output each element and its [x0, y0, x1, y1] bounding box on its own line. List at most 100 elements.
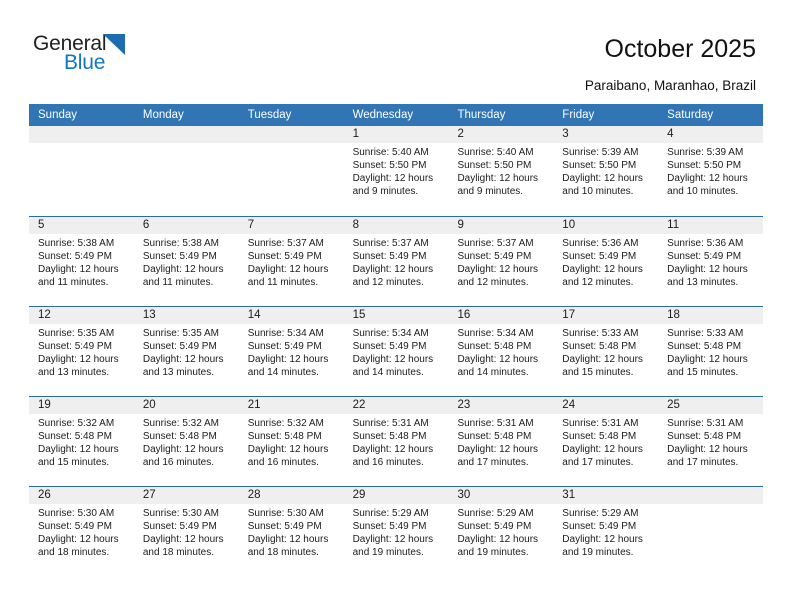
- sunrise-text: Sunrise: 5:30 AM: [142, 508, 220, 519]
- sunset-text: Sunset: 5:48 PM: [352, 431, 427, 443]
- calendar-day-cell[interactable]: 17 Sunrise: 5:33 AM Sunset: 5:48 PM Dayl…: [553, 307, 659, 396]
- weekday-header-row: Sunday Monday Tuesday Wednesday Thursday…: [29, 104, 763, 126]
- calendar-day-cell[interactable]: 11 Sunrise: 5:36 AM Sunset: 5:49 PM Dayl…: [658, 217, 764, 306]
- calendar-day-cell[interactable]: 19 Sunrise: 5:32 AM Sunset: 5:48 PM Dayl…: [29, 397, 134, 486]
- calendar-week-row: 19 Sunrise: 5:32 AM Sunset: 5:48 PM Dayl…: [29, 396, 764, 486]
- calendar-day-cell[interactable]: 2 Sunrise: 5:40 AM Sunset: 5:50 PM Dayli…: [448, 126, 554, 216]
- calendar-day-cell[interactable]: 14 Sunrise: 5:34 AM Sunset: 5:49 PM Dayl…: [238, 307, 344, 396]
- calendar-day-cell[interactable]: 29 Sunrise: 5:29 AM Sunset: 5:49 PM Dayl…: [343, 487, 449, 576]
- daylight-text-line2: and 12 minutes.: [457, 277, 529, 289]
- calendar-day-cell[interactable]: 28 Sunrise: 5:30 AM Sunset: 5:49 PM Dayl…: [238, 487, 344, 576]
- calendar-day-cell[interactable]: [133, 126, 239, 216]
- day-number: 31: [553, 487, 659, 504]
- sunset-text: Sunset: 5:49 PM: [667, 251, 742, 263]
- calendar-day-cell[interactable]: 16 Sunrise: 5:34 AM Sunset: 5:48 PM Dayl…: [448, 307, 554, 396]
- day-details: Sunrise: 5:35 AM Sunset: 5:49 PM Dayligh…: [29, 324, 134, 379]
- sunset-text: Sunset: 5:49 PM: [457, 251, 532, 263]
- day-details: [658, 504, 763, 507]
- daylight-text-line2: and 9 minutes.: [457, 186, 524, 198]
- sunrise-text: Sunrise: 5:34 AM: [352, 328, 429, 339]
- calendar-grid: Sunday Monday Tuesday Wednesday Thursday…: [29, 104, 764, 576]
- day-details: Sunrise: 5:37 AM Sunset: 5:49 PM Dayligh…: [344, 234, 449, 289]
- calendar-day-cell[interactable]: 12 Sunrise: 5:35 AM Sunset: 5:49 PM Dayl…: [29, 307, 134, 396]
- calendar-day-cell[interactable]: 21 Sunrise: 5:32 AM Sunset: 5:48 PM Dayl…: [238, 397, 344, 486]
- calendar-day-cell[interactable]: 26 Sunrise: 5:30 AM Sunset: 5:49 PM Dayl…: [29, 487, 134, 576]
- day-details: Sunrise: 5:32 AM Sunset: 5:48 PM Dayligh…: [134, 414, 239, 469]
- calendar-day-cell[interactable]: 22 Sunrise: 5:31 AM Sunset: 5:48 PM Dayl…: [343, 397, 449, 486]
- sunrise-text: Sunrise: 5:34 AM: [247, 328, 324, 339]
- day-details: [239, 143, 344, 146]
- sunset-text: Sunset: 5:49 PM: [352, 341, 427, 353]
- calendar-day-cell[interactable]: 23 Sunrise: 5:31 AM Sunset: 5:48 PM Dayl…: [448, 397, 554, 486]
- sunset-text: Sunset: 5:48 PM: [667, 431, 742, 443]
- daylight-text-line1: Daylight: 12 hours: [352, 444, 434, 456]
- sunrise-text: Sunrise: 5:32 AM: [142, 418, 220, 429]
- day-details: Sunrise: 5:34 AM Sunset: 5:49 PM Dayligh…: [239, 324, 344, 379]
- day-details: Sunrise: 5:30 AM Sunset: 5:49 PM Dayligh…: [239, 504, 344, 559]
- day-number: 22: [343, 397, 449, 414]
- daylight-text-line1: Daylight: 12 hours: [247, 534, 329, 546]
- calendar-day-cell[interactable]: 30 Sunrise: 5:29 AM Sunset: 5:49 PM Dayl…: [448, 487, 554, 576]
- daylight-text-line2: and 17 minutes.: [457, 457, 529, 469]
- calendar-day-cell[interactable]: 4 Sunrise: 5:39 AM Sunset: 5:50 PM Dayli…: [658, 126, 764, 216]
- calendar-day-cell[interactable]: [658, 487, 764, 576]
- day-details: Sunrise: 5:34 AM Sunset: 5:48 PM Dayligh…: [448, 324, 553, 379]
- daylight-text-line2: and 19 minutes.: [457, 547, 529, 559]
- calendar-day-cell[interactable]: 31 Sunrise: 5:29 AM Sunset: 5:49 PM Dayl…: [553, 487, 659, 576]
- daylight-text-line1: Daylight: 12 hours: [142, 444, 224, 456]
- sunrise-text: Sunrise: 5:36 AM: [667, 238, 744, 249]
- sunrise-text: Sunrise: 5:31 AM: [667, 418, 744, 429]
- daylight-text-line1: Daylight: 12 hours: [667, 264, 748, 276]
- sunset-text: Sunset: 5:48 PM: [667, 341, 742, 353]
- day-number: 14: [238, 307, 344, 324]
- calendar-day-cell[interactable]: 5 Sunrise: 5:38 AM Sunset: 5:49 PM Dayli…: [29, 217, 134, 306]
- sunrise-text: Sunrise: 5:35 AM: [38, 328, 115, 339]
- day-details: Sunrise: 5:40 AM Sunset: 5:50 PM Dayligh…: [448, 143, 553, 198]
- page-header: General Blue October 2025 Paraibano, Mar…: [0, 0, 792, 104]
- calendar-day-cell[interactable]: 27 Sunrise: 5:30 AM Sunset: 5:49 PM Dayl…: [133, 487, 239, 576]
- day-number: 25: [658, 397, 764, 414]
- calendar-day-cell[interactable]: 8 Sunrise: 5:37 AM Sunset: 5:49 PM Dayli…: [343, 217, 449, 306]
- calendar-day-cell[interactable]: 9 Sunrise: 5:37 AM Sunset: 5:49 PM Dayli…: [448, 217, 554, 306]
- daylight-text-line1: Daylight: 12 hours: [352, 534, 434, 546]
- page-title: October 2025: [604, 35, 757, 63]
- calendar-day-cell[interactable]: 24 Sunrise: 5:31 AM Sunset: 5:48 PM Dayl…: [553, 397, 659, 486]
- general-blue-logo[interactable]: General Blue: [33, 33, 173, 81]
- calendar-day-cell[interactable]: 1 Sunrise: 5:40 AM Sunset: 5:50 PM Dayli…: [343, 126, 449, 216]
- sunrise-text: Sunrise: 5:30 AM: [247, 508, 324, 519]
- calendar-day-cell[interactable]: 18 Sunrise: 5:33 AM Sunset: 5:48 PM Dayl…: [658, 307, 764, 396]
- calendar-day-cell[interactable]: 13 Sunrise: 5:35 AM Sunset: 5:49 PM Dayl…: [133, 307, 239, 396]
- calendar-day-cell[interactable]: 20 Sunrise: 5:32 AM Sunset: 5:48 PM Dayl…: [133, 397, 239, 486]
- daylight-text-line1: Daylight: 12 hours: [247, 264, 329, 276]
- daylight-text-line1: Daylight: 12 hours: [142, 354, 224, 366]
- calendar-day-cell[interactable]: 3 Sunrise: 5:39 AM Sunset: 5:50 PM Dayli…: [553, 126, 659, 216]
- day-details: [29, 143, 134, 146]
- day-number: 20: [133, 397, 239, 414]
- sunset-text: Sunset: 5:49 PM: [352, 251, 427, 263]
- calendar-day-cell[interactable]: 25 Sunrise: 5:31 AM Sunset: 5:48 PM Dayl…: [658, 397, 764, 486]
- day-number: 11: [658, 217, 764, 234]
- day-number: 18: [658, 307, 764, 324]
- sunset-text: Sunset: 5:50 PM: [562, 160, 637, 172]
- day-number: 29: [343, 487, 449, 504]
- day-number: 4: [658, 126, 764, 143]
- sunrise-text: Sunrise: 5:31 AM: [352, 418, 429, 429]
- daylight-text-line2: and 10 minutes.: [667, 186, 739, 198]
- calendar-day-cell[interactable]: [29, 126, 134, 216]
- day-details: Sunrise: 5:39 AM Sunset: 5:50 PM Dayligh…: [658, 143, 763, 198]
- daylight-text-line2: and 19 minutes.: [562, 547, 634, 559]
- day-details: [134, 143, 239, 146]
- calendar-day-cell[interactable]: 10 Sunrise: 5:36 AM Sunset: 5:49 PM Dayl…: [553, 217, 659, 306]
- logo-triangle-icon: [103, 34, 125, 55]
- sunset-text: Sunset: 5:49 PM: [38, 341, 112, 353]
- calendar-week-row: 5 Sunrise: 5:38 AM Sunset: 5:49 PM Dayli…: [29, 216, 764, 306]
- calendar-week-row: 26 Sunrise: 5:30 AM Sunset: 5:49 PM Dayl…: [29, 486, 764, 576]
- calendar-day-cell[interactable]: 7 Sunrise: 5:37 AM Sunset: 5:49 PM Dayli…: [238, 217, 344, 306]
- calendar-day-cell[interactable]: 15 Sunrise: 5:34 AM Sunset: 5:49 PM Dayl…: [343, 307, 449, 396]
- day-number: 15: [343, 307, 449, 324]
- calendar-day-cell[interactable]: [238, 126, 344, 216]
- daylight-text-line1: Daylight: 12 hours: [667, 354, 748, 366]
- calendar-day-cell[interactable]: 6 Sunrise: 5:38 AM Sunset: 5:49 PM Dayli…: [133, 217, 239, 306]
- day-details: Sunrise: 5:32 AM Sunset: 5:48 PM Dayligh…: [239, 414, 344, 469]
- daylight-text-line2: and 15 minutes.: [38, 457, 110, 469]
